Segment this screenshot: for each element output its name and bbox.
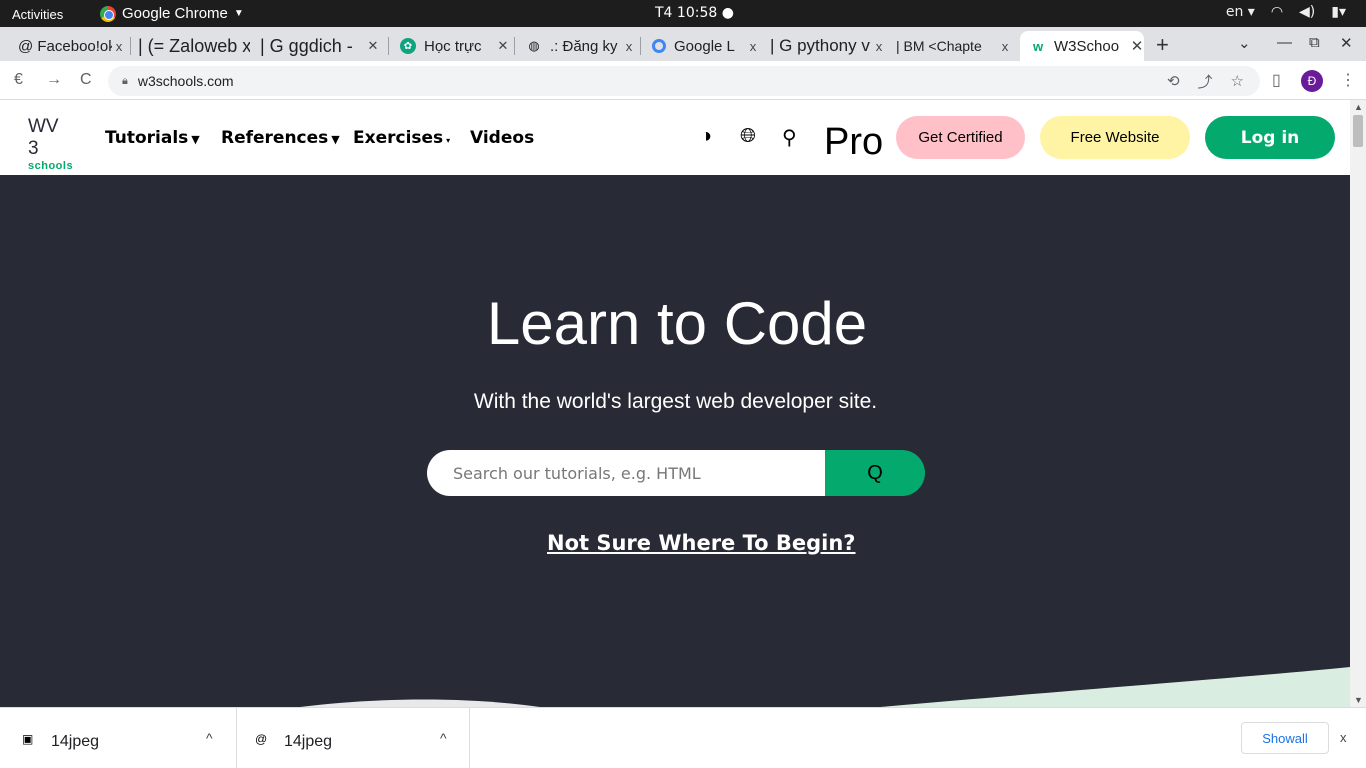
close-icon[interactable]: x: [622, 39, 636, 54]
lock-icon[interactable]: 🔒︎: [122, 75, 128, 88]
search-input[interactable]: [427, 450, 827, 496]
chevron-up-icon[interactable]: ^: [206, 730, 213, 746]
tab-python[interactable]: | G pythony v x: [760, 31, 886, 61]
close-icon[interactable]: x: [746, 39, 760, 54]
browser-toolbar: € → C 🔒︎ w3schools.com ⟲ ⤴ ☆ ▯ ⋮: [0, 61, 1366, 100]
hero-title: Learn to Code: [486, 290, 868, 357]
download-bar: ▣ 14jpeg ^ @ 14jpeg ^ Showall x: [0, 707, 1366, 768]
back-button[interactable]: €: [14, 71, 23, 89]
scroll-thumb[interactable]: [1353, 115, 1363, 147]
language-indicator[interactable]: en ▾: [1226, 4, 1255, 20]
tab-facebook[interactable]: @ Faceboo!ok x: [8, 31, 126, 61]
restore-icon[interactable]: ⧉: [1309, 34, 1320, 51]
url-text[interactable]: w3schools.com: [138, 73, 234, 89]
chatgpt-icon: ✿: [400, 38, 416, 54]
minimize-icon[interactable]: —: [1277, 34, 1292, 51]
hero-subtitle: With the world's largest web developer s…: [473, 390, 878, 413]
close-icon[interactable]: x: [872, 39, 886, 54]
hero-section: Learn to Code With the world's largest w…: [0, 175, 1350, 707]
forward-button[interactable]: →: [46, 71, 62, 89]
show-all-button[interactable]: Showall: [1241, 722, 1329, 754]
w3schools-logo[interactable]: WV 3 schools: [28, 116, 74, 172]
page-scrollbar[interactable]: ▲ ▼: [1350, 100, 1366, 707]
logo-text: schools: [28, 160, 74, 172]
caret-down-icon: ▼: [191, 133, 200, 146]
volume-icon: ◀): [1299, 4, 1316, 20]
tab-separator: [640, 37, 641, 55]
profile-avatar[interactable]: Đ: [1301, 70, 1323, 92]
tab-dang-ky[interactable]: ◍ .: Đăng ky x: [516, 31, 636, 61]
chevron-down-icon: ▼: [233, 8, 244, 19]
chevron-up-icon[interactable]: ^: [440, 730, 447, 746]
scroll-down-icon[interactable]: ▼: [1354, 695, 1363, 705]
wifi-icon: ◠: [1270, 4, 1284, 20]
download-item[interactable]: ▣ 14jpeg ^: [0, 708, 237, 768]
where-to-begin-link[interactable]: Not Sure Where To Begin?: [547, 531, 856, 555]
activities-button[interactable]: Activities: [12, 7, 63, 22]
nav-exercises[interactable]: Exercises ▾: [353, 128, 450, 148]
close-icon[interactable]: x: [998, 39, 1012, 54]
side-panel-icon[interactable]: ▯: [1272, 70, 1281, 90]
download-item[interactable]: @ 14jpeg ^: [237, 708, 470, 768]
w3schools-icon: w: [1032, 38, 1044, 54]
more-menu-icon[interactable]: ⋮: [1340, 70, 1356, 90]
image-file-icon: @: [255, 732, 268, 746]
pro-link[interactable]: Pro: [822, 117, 885, 167]
app-name: Google Chrome: [122, 5, 228, 22]
login-button[interactable]: Log in: [1205, 116, 1335, 159]
tab-hoc-truc[interactable]: ✿ Học trực ✕: [390, 31, 510, 61]
address-bar[interactable]: 🔒︎ w3schools.com ⟲ ⤴ ☆: [108, 66, 1260, 96]
system-clock[interactable]: T4 10:58 ●: [655, 5, 734, 21]
close-icon[interactable]: ✕: [496, 38, 510, 54]
nav-tutorials[interactable]: Tutorials ▼: [105, 128, 200, 148]
hero-wave: [300, 667, 1350, 707]
tab-w3schools[interactable]: w W3Schoo ✕: [1020, 31, 1144, 61]
tutorial-search: Q: [427, 450, 925, 496]
free-website-button[interactable]: Free Website: [1040, 116, 1190, 159]
bookmark-star-icon[interactable]: ☆: [1231, 72, 1244, 90]
tab-zalo[interactable]: | (= Zaloweb x: [128, 31, 250, 61]
download-filename: 14jpeg: [284, 733, 333, 750]
contrast-icon[interactable]: ◑: [700, 125, 712, 148]
google-lens-icon: [652, 39, 666, 53]
omnibox-actions: ⟲ ⤴ ☆: [1167, 66, 1244, 96]
caret-down-icon: ▾: [446, 136, 451, 145]
reload-button[interactable]: C: [80, 71, 92, 89]
image-file-icon: ▣: [22, 732, 34, 746]
download-filename: 14jpeg: [51, 733, 100, 750]
system-top-bar: Activities Google Chrome ▼ T4 10:58 ● en…: [0, 0, 1366, 27]
close-icon[interactable]: x: [112, 39, 126, 54]
chrome-icon: [100, 5, 116, 22]
globe-icon: ◍: [528, 38, 540, 53]
translate-icon[interactable]: ⟲: [1167, 72, 1180, 90]
battery-icon: ▮▾: [1331, 4, 1346, 20]
tab-chapter[interactable]: | BM <Chapte x: [886, 31, 1012, 61]
app-menu[interactable]: Google Chrome ▼: [100, 5, 244, 22]
scroll-up-icon[interactable]: ▲: [1354, 102, 1363, 112]
share-icon[interactable]: ⤴: [1198, 71, 1213, 92]
nav-references[interactable]: References ▼: [221, 128, 340, 148]
close-icon[interactable]: ✕: [1130, 37, 1144, 55]
search-icon: Q: [867, 461, 883, 484]
tab-separator: [388, 37, 389, 55]
search-icon[interactable]: ⚲: [782, 125, 797, 150]
tab-ggdich[interactable]: | G ggdich - ✕: [250, 31, 380, 61]
new-tab-button[interactable]: +: [1156, 32, 1169, 58]
close-icon[interactable]: x: [1340, 730, 1347, 745]
w3-top-nav: WV 3 schools Tutorials ▼ References ▼ Exer…: [0, 100, 1350, 175]
globe-icon[interactable]: 🌐︎: [740, 125, 756, 148]
search-button[interactable]: Q: [825, 450, 925, 496]
tab-search-icon[interactable]: ⌄: [1238, 34, 1251, 52]
caret-down-icon: ▼: [331, 133, 340, 146]
nav-videos[interactable]: Videos: [470, 128, 534, 148]
tab-google-lens[interactable]: Google L x: [642, 31, 760, 61]
close-icon[interactable]: ✕: [366, 38, 380, 54]
system-tray[interactable]: en ▾ ◠ ◀) ▮▾: [1226, 4, 1346, 20]
get-certified-button[interactable]: Get Certified: [896, 116, 1025, 159]
logo-mark: WV 3: [28, 116, 59, 159]
tab-separator: [514, 37, 515, 55]
window-close-icon[interactable]: ✕: [1340, 34, 1353, 52]
